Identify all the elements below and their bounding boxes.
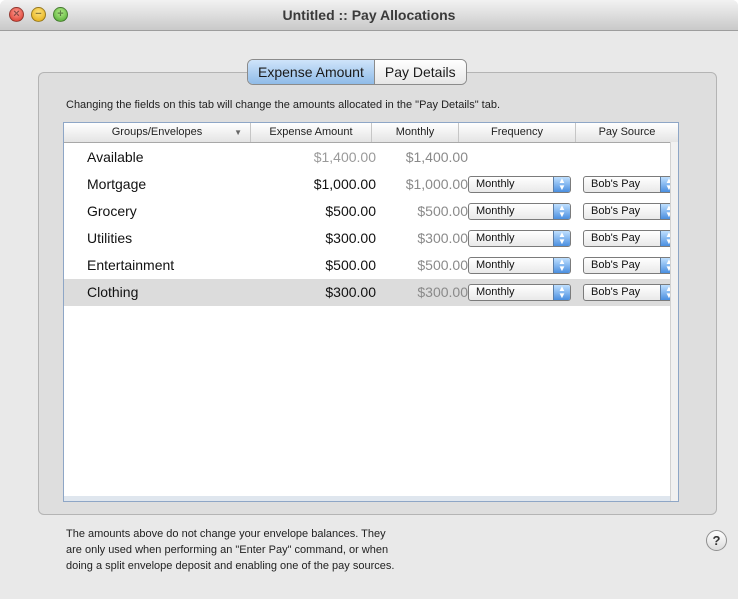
- frequency-value: Monthly: [476, 259, 515, 271]
- expense-amount[interactable]: $1,000.00: [244, 171, 376, 198]
- column-header-groups-label: Groups/Envelopes: [111, 126, 203, 138]
- pay-source-popup[interactable]: Bob's Pay ▲ ▼: [583, 284, 678, 301]
- popup-arrows-icon: ▲ ▼: [553, 258, 570, 273]
- pay-source-value: Bob's Pay: [591, 286, 641, 298]
- expense-amount[interactable]: $300.00: [244, 279, 376, 306]
- sort-descending-icon: ▼: [234, 128, 242, 137]
- horizontal-scrollbar[interactable]: [64, 496, 670, 501]
- frequency-value: Monthly: [476, 232, 515, 244]
- popup-arrows-icon: ▲ ▼: [553, 231, 570, 246]
- tab-pay-details[interactable]: Pay Details: [374, 60, 466, 84]
- expense-amount[interactable]: $300.00: [244, 225, 376, 252]
- monthly-amount: $500.00: [417, 257, 468, 273]
- table-row[interactable]: Entertainment $500.00 $500.00 Monthly ▲ ▼ …: [64, 252, 678, 279]
- pay-source-value: Bob's Pay: [591, 178, 641, 190]
- popup-arrows-icon: ▲ ▼: [553, 177, 570, 192]
- tab-bar: Expense Amount Pay Details: [247, 59, 467, 85]
- table-row[interactable]: Utilities $300.00 $300.00 Monthly ▲ ▼ Bob'…: [64, 225, 678, 252]
- footnote-line: doing a split envelope deposit and enabl…: [66, 560, 395, 572]
- footnote-text: The amounts above do not change your env…: [66, 526, 526, 574]
- column-header-pay-source[interactable]: Pay Source: [576, 123, 678, 142]
- frequency-value: Monthly: [476, 178, 515, 190]
- frequency-popup[interactable]: Monthly ▲ ▼: [468, 257, 571, 274]
- pay-source-value: Bob's Pay: [591, 205, 641, 217]
- monthly-amount: $500.00: [417, 203, 468, 219]
- pay-source-value: Bob's Pay: [591, 259, 641, 271]
- expense-amount[interactable]: $500.00: [244, 252, 376, 279]
- column-header-groups[interactable]: Groups/Envelopes ▼: [64, 123, 251, 142]
- table-row-selected[interactable]: Clothing $300.00 $300.00 Monthly ▲ ▼ Bob's…: [64, 279, 678, 306]
- envelope-name: Entertainment: [87, 257, 175, 273]
- expense-amount: $1,400.00: [313, 149, 376, 165]
- pay-source-value: Bob's Pay: [591, 232, 641, 244]
- title-bar[interactable]: × − + Untitled :: Pay Allocations: [0, 0, 738, 31]
- frequency-popup[interactable]: Monthly ▲ ▼: [468, 203, 571, 220]
- monthly-amount: $300.00: [417, 284, 468, 300]
- table-header: Groups/Envelopes ▼ Expense Amount Monthl…: [64, 123, 678, 143]
- footnote-line: The amounts above do not change your env…: [66, 528, 386, 540]
- pay-source-popup[interactable]: Bob's Pay ▲ ▼: [583, 203, 678, 220]
- frequency-value: Monthly: [476, 286, 515, 298]
- popup-arrows-icon: ▲ ▼: [553, 285, 570, 300]
- envelope-name: Available: [87, 149, 144, 165]
- tab-expense-amount[interactable]: Expense Amount: [248, 60, 375, 84]
- window-title: Untitled :: Pay Allocations: [282, 7, 456, 23]
- envelope-name: Mortgage: [87, 176, 147, 192]
- pay-source-popup[interactable]: Bob's Pay ▲ ▼: [583, 257, 678, 274]
- allocations-table: Groups/Envelopes ▼ Expense Amount Monthl…: [63, 122, 679, 502]
- table-row[interactable]: Available $1,400.00 $1,400.00: [64, 144, 670, 171]
- pay-allocations-window: × − + Untitled :: Pay Allocations Expens…: [0, 0, 738, 599]
- column-header-expense-amount[interactable]: Expense Amount: [251, 123, 372, 142]
- pay-source-popup[interactable]: Bob's Pay ▲ ▼: [583, 230, 678, 247]
- envelope-name: Utilities: [87, 230, 133, 246]
- column-header-monthly[interactable]: Monthly: [372, 123, 459, 142]
- expense-amount[interactable]: $500.00: [244, 198, 376, 225]
- monthly-amount: $1,400.00: [405, 149, 468, 165]
- frequency-popup[interactable]: Monthly ▲ ▼: [468, 230, 571, 247]
- envelope-name: Clothing: [87, 284, 139, 300]
- table-row[interactable]: Mortgage $1,000.00 $1,000.00 Monthly ▲ ▼ B…: [64, 171, 678, 198]
- monthly-amount: $300.00: [417, 230, 468, 246]
- info-text: Changing the fields on this tab will cha…: [66, 99, 501, 111]
- footnote-line: are only used when performing an "Enter …: [66, 544, 389, 556]
- table-row[interactable]: Grocery $500.00 $500.00 Monthly ▲ ▼ Bob's …: [64, 198, 678, 225]
- column-header-frequency[interactable]: Frequency: [459, 123, 576, 142]
- help-button[interactable]: ?: [706, 530, 727, 551]
- monthly-amount: $1,000.00: [405, 176, 468, 192]
- pay-source-popup[interactable]: Bob's Pay ▲ ▼: [583, 176, 678, 193]
- envelope-name: Grocery: [87, 203, 137, 219]
- frequency-value: Monthly: [476, 205, 515, 217]
- popup-arrows-icon: ▲ ▼: [553, 204, 570, 219]
- frequency-popup[interactable]: Monthly ▲ ▼: [468, 284, 571, 301]
- frequency-popup[interactable]: Monthly ▲ ▼: [468, 176, 571, 193]
- vertical-scrollbar[interactable]: [670, 142, 678, 501]
